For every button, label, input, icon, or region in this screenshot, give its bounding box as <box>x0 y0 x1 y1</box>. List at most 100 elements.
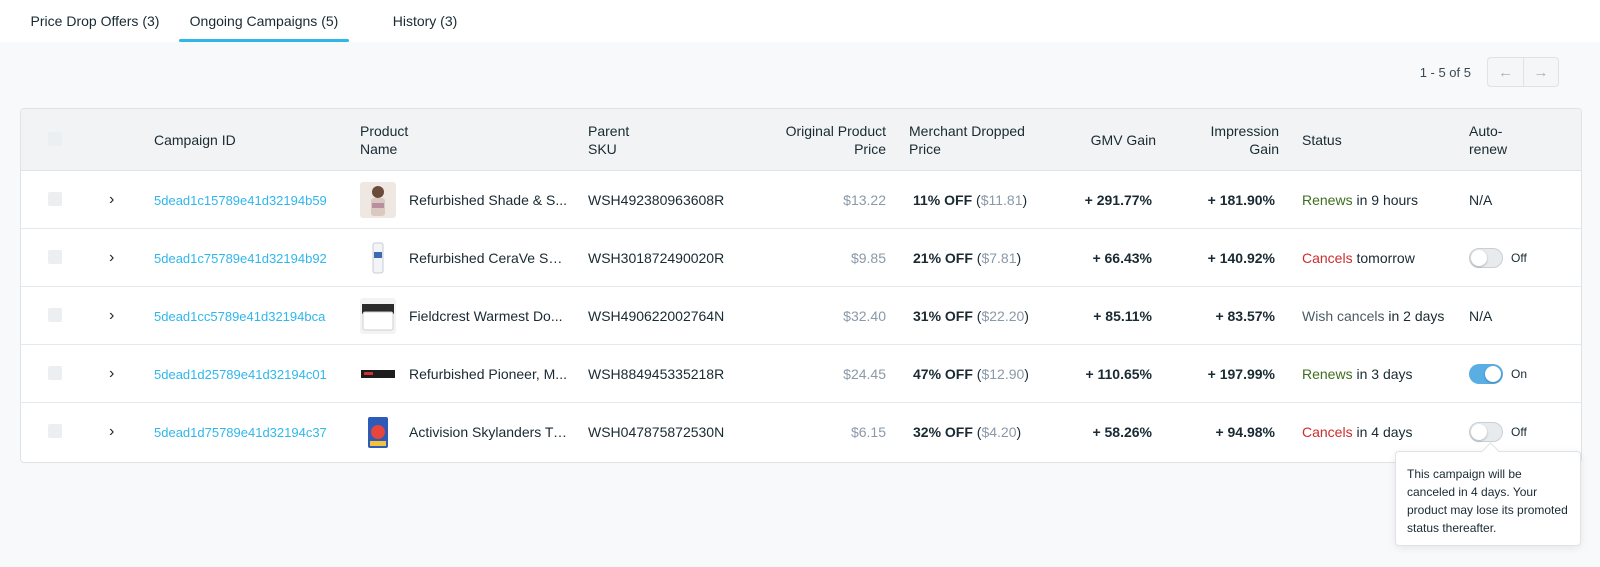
status: Wish cancels in 2 days <box>1302 287 1467 345</box>
next-page-button[interactable]: → <box>1523 58 1558 86</box>
status-word: Cancels <box>1302 424 1353 440</box>
gmv-gain: + 110.65% <box>1085 366 1152 382</box>
chevron-right-icon: › <box>109 191 115 208</box>
status: Renews in 9 hours <box>1302 171 1467 229</box>
original-price: $9.85 <box>850 250 886 266</box>
original-price: $32.40 <box>843 308 886 324</box>
toggle-knob <box>1471 250 1487 266</box>
toggle-knob <box>1485 366 1501 382</box>
column-parent-sku-line1: Parent <box>588 123 630 139</box>
status-word: Renews <box>1302 192 1353 208</box>
auto-renew-toggle[interactable] <box>1469 422 1503 442</box>
dropped-price: 32% OFF ($4.20) <box>913 424 1022 440</box>
column-status: Status <box>1302 109 1422 171</box>
parent-sku: WSH047875872530N <box>588 424 725 440</box>
tab-bar: Price Drop Offers (3) Ongoing Campaigns … <box>0 0 1600 42</box>
column-parent-sku: Parent SKU <box>588 109 738 171</box>
expand-row-button[interactable]: › <box>109 287 129 345</box>
auto-renew-toggle[interactable] <box>1469 364 1503 384</box>
column-parent-sku-line2: SKU <box>588 141 617 157</box>
status-detail: in 2 days <box>1388 308 1445 324</box>
original-price: $13.22 <box>843 192 886 208</box>
status-word: Wish cancels <box>1302 308 1385 324</box>
arrow-left-icon: ← <box>1498 63 1513 81</box>
product-image-icon <box>371 186 385 216</box>
dropped-price-value: $7.81 <box>981 250 1017 266</box>
column-auto-renew: Auto-renew <box>1469 109 1549 171</box>
tab-price-drop-offers[interactable]: Price Drop Offers (3) <box>20 0 170 42</box>
dropped-price-value: $4.20 <box>981 424 1017 440</box>
product-thumbnail <box>360 356 396 392</box>
campaign-id-link[interactable]: 5dead1d25789e41d32194c01 <box>154 367 327 382</box>
dropped-price: 21% OFF ($7.81) <box>913 250 1022 266</box>
campaign-id-link[interactable]: 5dead1c15789e41d32194b59 <box>154 193 327 208</box>
auto-renew: N/A <box>1469 308 1493 324</box>
product-name: Refurbished Pioneer, M... <box>409 366 567 382</box>
campaign-id-link[interactable]: 5dead1cc5789e41d32194bca <box>154 309 325 324</box>
row-checkbox[interactable] <box>48 250 62 264</box>
expand-row-button[interactable]: › <box>109 403 129 461</box>
table-row: › 5dead1c15789e41d32194b59 Refurbished S… <box>21 171 1581 229</box>
row-checkbox[interactable] <box>48 192 62 206</box>
impression-gain: + 94.98% <box>1215 424 1275 440</box>
impression-gain: + 197.99% <box>1207 366 1275 382</box>
tab-ongoing-campaigns[interactable]: Ongoing Campaigns (5) <box>179 0 349 42</box>
parent-sku: WSH301872490020R <box>588 250 725 266</box>
dropped-price: 47% OFF ($12.90) <box>913 366 1029 382</box>
product-name: Activision Skylanders Tr... <box>409 424 567 440</box>
table-row: › 5dead1c75789e41d32194b92 Refurbished C… <box>21 229 1581 287</box>
table-row: › 5dead1d75789e41d32194c37 Activision Sk… <box>21 403 1581 461</box>
discount-percent: 31% OFF <box>913 308 973 324</box>
prev-page-button[interactable]: ← <box>1488 58 1523 86</box>
row-checkbox[interactable] <box>48 424 62 438</box>
row-checkbox[interactable] <box>48 308 62 322</box>
discount-percent: 21% OFF <box>913 250 973 266</box>
select-all-checkbox[interactable] <box>48 132 62 146</box>
auto-renew: Off <box>1469 229 1569 287</box>
row-checkbox[interactable] <box>48 366 62 380</box>
chevron-right-icon: › <box>109 365 115 382</box>
product-thumbnail <box>360 414 396 450</box>
auto-renew-label: On <box>1511 367 1528 381</box>
auto-renew-toggle[interactable] <box>1469 248 1503 268</box>
dropped-price-value: $12.90 <box>981 366 1025 382</box>
expand-row-button[interactable]: › <box>109 229 129 287</box>
chevron-right-icon: › <box>109 307 115 324</box>
impression-gain: + 181.90% <box>1207 192 1275 208</box>
status-word: Renews <box>1302 366 1353 382</box>
column-status-label: Status <box>1302 132 1342 148</box>
tab-history[interactable]: History (3) <box>380 0 470 42</box>
campaign-id-link[interactable]: 5dead1c75789e41d32194b92 <box>154 251 327 266</box>
expand-row-button[interactable]: › <box>109 171 129 229</box>
dropped-price: 31% OFF ($22.20) <box>913 308 1029 324</box>
expand-row-button[interactable]: › <box>109 345 129 403</box>
toggle-knob <box>1471 424 1487 440</box>
product-name: Refurbished CeraVe Ski... <box>409 250 567 266</box>
pagination-range: 1 - 5 of 5 <box>1419 65 1471 80</box>
table-header: Campaign ID Product Name Parent SKU Origin… <box>21 109 1581 171</box>
column-dropped-price-line2: Price <box>909 141 941 157</box>
column-gmv-gain-label: GMV Gain <box>1090 132 1156 148</box>
impression-gain: + 83.57% <box>1215 308 1275 324</box>
product-name: Refurbished Shade & S... <box>409 192 567 208</box>
chevron-right-icon: › <box>109 249 115 266</box>
column-original-price-line2: Price <box>854 141 886 157</box>
product-thumbnail <box>360 240 396 276</box>
column-product-name-line1: Product <box>360 123 409 139</box>
status-detail: in 9 hours <box>1356 192 1418 208</box>
column-campaign-id-label: Campaign ID <box>154 132 236 148</box>
status: Renews in 3 days <box>1302 345 1467 403</box>
column-auto-renew-line1: Auto- <box>1469 123 1503 139</box>
column-impression-gain-line1: Impression <box>1210 123 1279 139</box>
campaign-id-link[interactable]: 5dead1d75789e41d32194c37 <box>154 425 327 440</box>
auto-renew-tooltip: This campaign will be canceled in 4 days… <box>1395 451 1581 546</box>
pagination-controls: ← → <box>1487 57 1559 87</box>
gmv-gain: + 66.43% <box>1092 250 1152 266</box>
auto-renew: N/A <box>1469 192 1493 208</box>
product-image-icon <box>372 242 384 274</box>
product-thumbnail <box>360 182 396 218</box>
auto-renew: On <box>1469 345 1569 403</box>
column-gmv-gain: GMV Gain <box>1061 109 1156 171</box>
column-dropped-price: Merchant Dropped Price <box>909 109 1059 171</box>
original-price: $6.15 <box>850 424 886 440</box>
